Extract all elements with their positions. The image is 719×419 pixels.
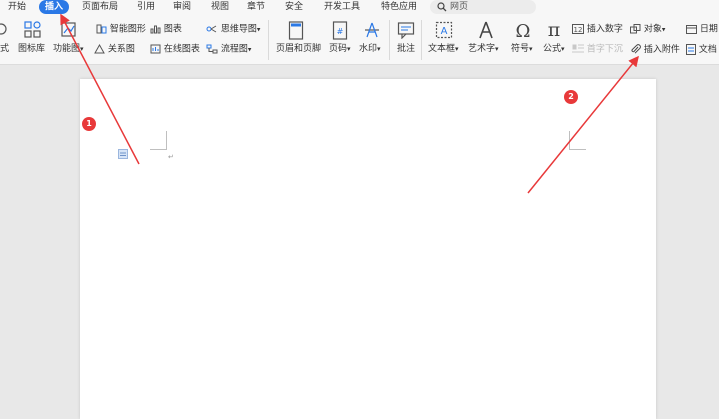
number-icon: 12 [572,24,584,34]
chart-label: 图表 [163,24,182,35]
insert-number-label: 插入数字 [586,24,623,35]
smart-shape-label: 智能图形 [109,24,146,35]
document-button[interactable]: 文档 [686,44,717,56]
symbol-label[interactable]: 符号▾ [511,44,533,55]
chart-icon [150,24,161,34]
smart-shape-icon [96,24,107,34]
relation-chart-label: 关系图 [107,44,135,55]
mind-map-icon [206,24,218,34]
search-box[interactable]: 网页 [430,0,536,14]
insert-attachment-button[interactable]: 插入附件 [630,44,680,56]
formula-label[interactable]: 公式▾ [543,44,565,55]
online-chart-button[interactable]: 在线图表 [150,44,200,56]
svg-text:#: # [337,27,344,36]
header-footer-icon[interactable] [288,21,304,43]
object-button[interactable]: 对象▾ [630,24,665,36]
paperclip-icon [630,44,641,55]
page-number-label[interactable]: 页码▾ [329,44,351,55]
date-button[interactable]: 日期 [686,24,718,36]
watermark-icon[interactable] [363,21,381,43]
calendar-icon [686,24,697,34]
svg-text:Ω: Ω [516,21,531,39]
style-icon[interactable] [0,20,8,41]
relation-chart-icon [94,44,105,54]
search-placeholder: 网页 [450,2,469,12]
tab-security[interactable]: 安全 [285,0,303,14]
date-label: 日期 [699,24,718,35]
svg-text:π: π [548,20,561,39]
ribbon-insert: 式 图标库 功能图▾ 智能图形 关系图 图表 在线图表 思维导图▾ 流程图▾ 页… [0,14,719,65]
online-chart-icon [150,44,161,54]
document-label: 文档 [698,45,717,55]
chart-button[interactable]: 图表 [150,24,182,36]
tab-view[interactable]: 视图 [211,0,229,14]
watermark-label[interactable]: 水印▾ [359,44,381,55]
margin-corner-top-left [150,131,167,150]
margin-corner-top-right [569,131,586,150]
paragraph-anchor-icon [118,149,129,163]
insert-attachment-label: 插入附件 [643,45,680,55]
annotation-badge-2: 2 [564,90,578,104]
ribbon-separator [389,20,390,60]
insert-number-button[interactable]: 12 插入数字 [572,24,623,36]
drop-cap-icon [572,44,584,54]
page-number-icon[interactable]: # [332,21,348,43]
tab-insert[interactable]: 插入 [39,0,70,14]
ribbon-separator [268,20,269,60]
object-icon [630,24,641,34]
tab-developer-tools[interactable]: 开发工具 [324,0,360,14]
relation-chart-button[interactable]: 关系图 [94,44,135,56]
omega-symbol-icon[interactable]: Ω [514,21,532,42]
drop-cap-button[interactable]: 首字下沉 [572,44,623,56]
document-icon [686,44,696,55]
annotation-badge-1: 1 [82,117,96,131]
mind-map-button[interactable]: 思维导图▾ [206,24,260,36]
online-chart-label: 在线图表 [163,44,200,55]
tab-page-layout[interactable]: 页面布局 [82,0,118,14]
menu-bar: 开始 插入 页面布局 引用 审阅 视图 章节 安全 开发工具 特色应用 网页 [0,0,719,14]
object-label: 对象 [643,24,662,35]
ribbon-separator [421,20,422,60]
header-footer-label[interactable]: 页眉和页脚 [276,44,321,55]
comment-label[interactable]: 批注 [397,44,415,55]
flowchart-button[interactable]: 流程图▾ [206,44,251,56]
comment-icon[interactable] [397,21,415,42]
icon-library-label[interactable]: 图标库 [18,44,45,55]
tab-review[interactable]: 审阅 [173,0,191,14]
style-label[interactable]: 式 [0,44,9,55]
flowchart-label: 流程图 [220,44,248,55]
function-chart-icon[interactable] [60,21,78,42]
svg-text:12: 12 [574,26,583,34]
document-page[interactable]: ↵ [80,79,656,419]
tab-start[interactable]: 开始 [8,0,26,14]
text-box-icon[interactable]: A [435,21,453,42]
word-art-label[interactable]: 艺术字▾ [468,44,499,55]
mind-map-label: 思维导图 [220,24,257,35]
text-box-label[interactable]: 文本框▾ [428,44,459,55]
svg-text:A: A [441,26,448,37]
smart-shape-button[interactable]: 智能图形 [96,24,146,36]
tab-references[interactable]: 引用 [137,0,155,14]
drop-cap-label: 首字下沉 [586,44,623,55]
tab-section[interactable]: 章节 [247,0,265,14]
pi-formula-icon[interactable]: π [545,19,563,42]
tab-special-apps[interactable]: 特色应用 [381,0,417,14]
icon-library-icon[interactable] [24,21,42,42]
flowchart-icon [206,44,218,54]
word-art-icon[interactable] [477,21,495,42]
function-chart-label[interactable]: 功能图▾ [53,44,84,55]
paragraph-mark-icon: ↵ [168,153,174,161]
